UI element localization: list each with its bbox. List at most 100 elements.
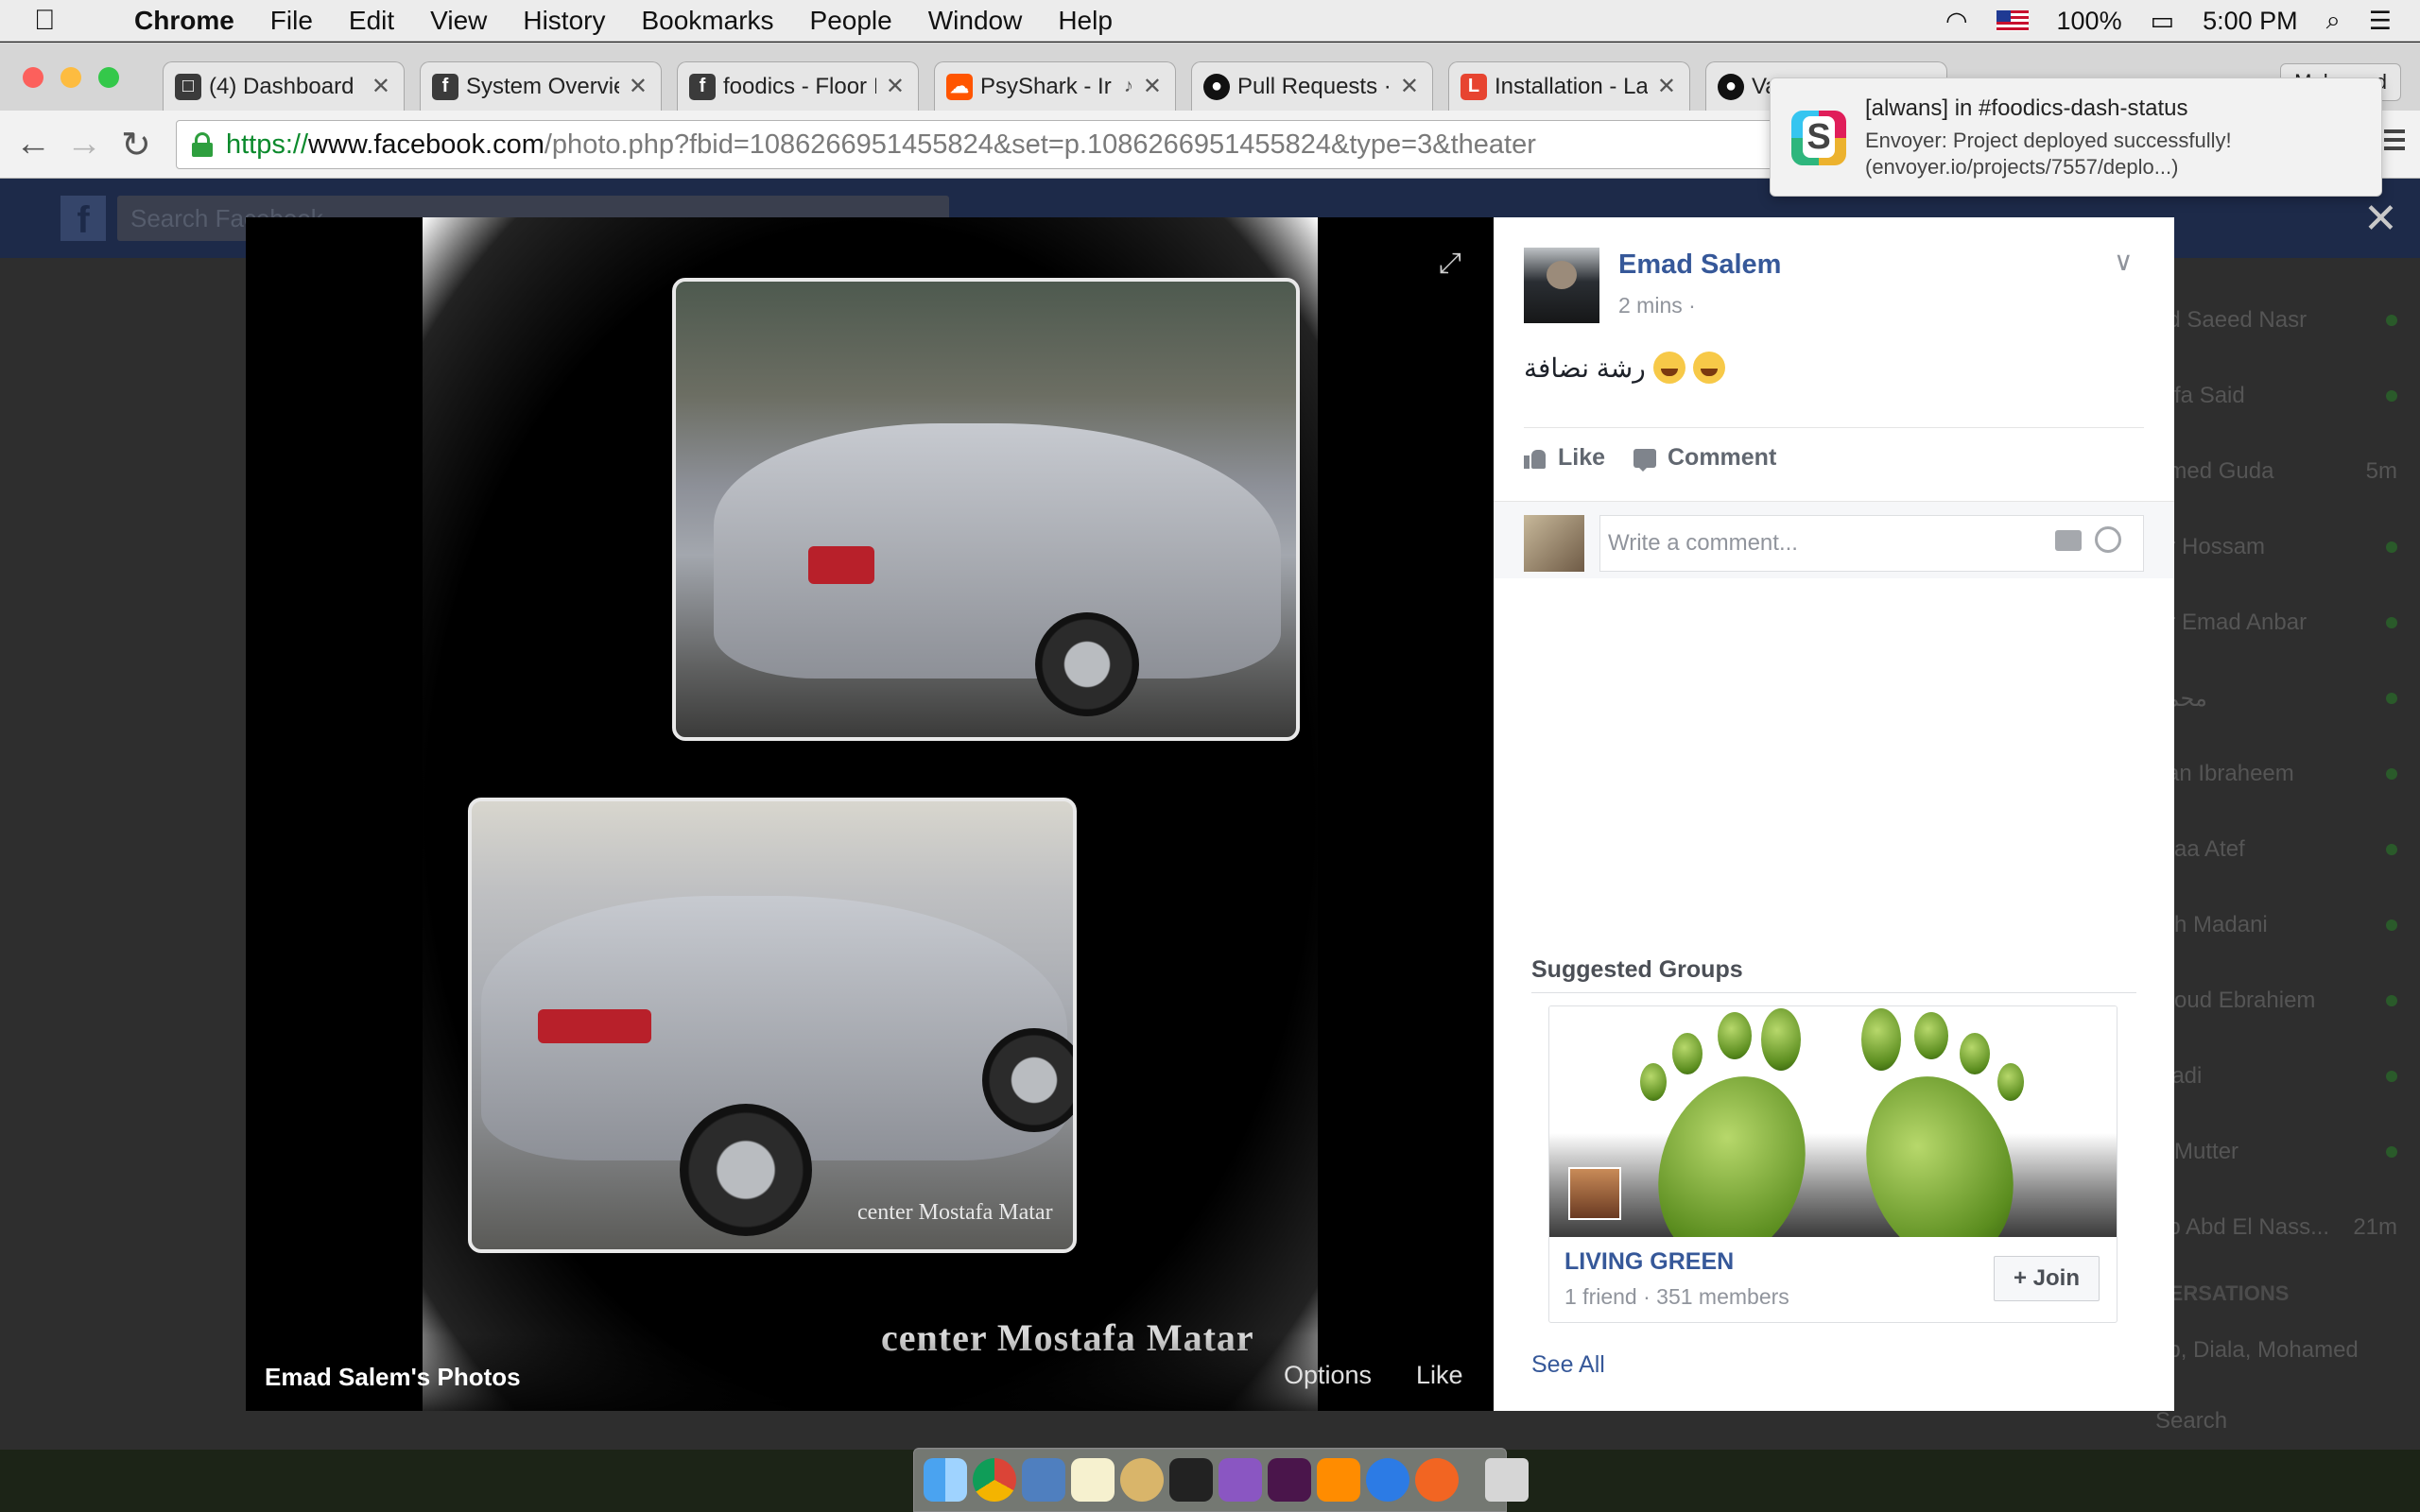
menu-view[interactable]: View: [430, 6, 487, 36]
markdown-icon[interactable]: [1366, 1458, 1409, 1502]
like-button[interactable]: Like: [1524, 444, 1605, 472]
divider: [1531, 992, 2136, 993]
chat-search-input[interactable]: Search: [2155, 1379, 2420, 1450]
sequel-pro-icon[interactable]: [1120, 1458, 1164, 1502]
options-link[interactable]: Options: [1284, 1361, 1372, 1390]
close-window-button[interactable]: [23, 67, 43, 88]
camera-icon[interactable]: [2055, 530, 2082, 551]
author-name[interactable]: Emad Salem: [1618, 249, 1781, 281]
join-group-button[interactable]: + Join: [1994, 1256, 2100, 1301]
chat-contact[interactable]: محمد: [2155, 661, 2420, 736]
comment-button[interactable]: Comment: [1634, 444, 1776, 472]
chat-contact[interactable]: maa Atef: [2155, 812, 2420, 887]
online-dot-icon: [2386, 390, 2397, 402]
chevron-down-icon[interactable]: ∨: [2114, 246, 2134, 277]
finder-icon[interactable]: [924, 1458, 967, 1502]
chat-contact[interactable]: ed Saeed Nasr: [2155, 283, 2420, 358]
group-cover-image[interactable]: [1549, 1006, 2117, 1237]
notification-line-1: Envoyer: Project deployed successfully!: [1865, 129, 2232, 152]
group-card[interactable]: LIVING GREEN 1 friend · 351 members + Jo…: [1548, 1005, 2118, 1323]
menu-edit[interactable]: Edit: [349, 6, 394, 36]
group-name[interactable]: LIVING GREEN: [1564, 1248, 1734, 1276]
fullscreen-expand-icon[interactable]: ⤢: [1439, 248, 1461, 280]
chat-group[interactable]: ab, Diala, Mohamed: [2155, 1322, 2420, 1379]
close-theater-icon[interactable]: ✕: [2363, 195, 2398, 243]
menu-app-chrome[interactable]: Chrome: [134, 6, 234, 36]
wifi-icon[interactable]: ◠: [1945, 7, 1968, 36]
terminal-icon[interactable]: [1169, 1458, 1213, 1502]
tab-title: Pull Requests ·: [1237, 73, 1391, 99]
slack-notification[interactable]: [alwans] in #foodics-dash-status Envoyer…: [1770, 77, 2382, 197]
spotlight-search-icon[interactable]: ⌕: [2326, 6, 2341, 36]
lock-icon[interactable]: [192, 132, 213, 157]
album-title[interactable]: Emad Salem's Photos: [265, 1363, 521, 1392]
battery-icon[interactable]: ▭: [2151, 7, 2175, 36]
chat-contact[interactable]: san Ibraheem: [2155, 736, 2420, 812]
chat-contact[interactable]: ath Madani: [2155, 887, 2420, 963]
leaf-toe: [1861, 1008, 1901, 1071]
online-dot-icon: [2386, 315, 2397, 326]
battery-percent[interactable]: 100%: [2057, 7, 2122, 36]
chrome-icon[interactable]: [973, 1458, 1016, 1502]
photo-like-link[interactable]: Like: [1416, 1361, 1463, 1390]
see-all-link[interactable]: See All: [1531, 1351, 1605, 1379]
tab-foodics-floor[interactable]: f foodics - Floor I ✕: [677, 61, 919, 111]
menu-history[interactable]: History: [523, 6, 605, 36]
tab-system-overview[interactable]: f System Overvie ✕: [420, 61, 662, 111]
phpstorm-icon[interactable]: [1219, 1458, 1262, 1502]
chrome-menu-icon[interactable]: [2384, 129, 2405, 155]
close-tab-icon[interactable]: ✕: [372, 73, 390, 100]
app-store-icon[interactable]: [1022, 1458, 1065, 1502]
chat-contact[interactable]: Radi: [2155, 1039, 2420, 1114]
minimize-window-button[interactable]: [60, 67, 81, 88]
notification-center-icon[interactable]: ☰: [2369, 7, 2392, 36]
chat-contact[interactable]: er Emad Anbar: [2155, 585, 2420, 661]
postman-icon[interactable]: [1415, 1458, 1459, 1502]
divider: [1524, 427, 2144, 428]
menu-bookmarks[interactable]: Bookmarks: [641, 6, 773, 36]
tab-title: (4) Dashboard |: [209, 73, 362, 99]
status-area: ◠ 100% ▭ 5:00 PM ⌕ ☰: [1945, 0, 2392, 42]
chat-contact[interactable]: moud Ebrahiem: [2155, 963, 2420, 1039]
facebook-logo-icon[interactable]: f: [60, 196, 106, 241]
chat-contact[interactable]: amed Guda 5m: [2155, 434, 2420, 509]
menu-file[interactable]: File: [270, 6, 313, 36]
menu-window[interactable]: Window: [928, 6, 1023, 36]
trash-icon[interactable]: [1485, 1458, 1529, 1502]
back-arrow-icon[interactable]: ←: [15, 124, 51, 164]
chat-contact[interactable]: d Mutter: [2155, 1114, 2420, 1190]
sublime-text-icon[interactable]: [1317, 1458, 1360, 1502]
close-tab-icon[interactable]: ✕: [1657, 73, 1676, 100]
emoji-smile-icon[interactable]: [2095, 526, 2121, 553]
zoom-window-button[interactable]: [98, 67, 119, 88]
menu-people[interactable]: People: [810, 6, 892, 36]
photo-image[interactable]: center Mostafa Matar center Mostafa Mata…: [423, 217, 1318, 1411]
tab-title: Installation - La: [1495, 73, 1648, 99]
chat-contact[interactable]: tafa Said: [2155, 358, 2420, 434]
close-tab-icon[interactable]: ✕: [886, 73, 905, 100]
friend-avatar: [1568, 1167, 1621, 1220]
close-tab-icon[interactable]: ✕: [1400, 73, 1419, 100]
comment-bubble-icon: [1634, 448, 1656, 472]
forward-arrow-icon[interactable]: →: [66, 124, 102, 164]
tab-pull-requests[interactable]: ● Pull Requests · ✕: [1191, 61, 1433, 111]
author-avatar[interactable]: [1524, 248, 1599, 323]
menu-help[interactable]: Help: [1058, 6, 1113, 36]
tab-psyshark[interactable]: ☁ PsyShark - Ir ♪ ✕: [934, 61, 1176, 111]
tab-title: PsyShark - Ir: [980, 73, 1112, 99]
post-time[interactable]: 2 mins ·: [1618, 293, 1696, 318]
input-source-flag-icon[interactable]: [1996, 10, 2029, 31]
close-tab-icon[interactable]: ✕: [1143, 73, 1162, 100]
chat-contact[interactable]: ar Hossam: [2155, 509, 2420, 585]
close-tab-icon[interactable]: ✕: [629, 73, 648, 100]
tab-title: System Overvie: [466, 73, 619, 99]
reload-icon[interactable]: ↻: [121, 124, 151, 166]
chat-contact[interactable]: ab Abd El Nass... 21m: [2155, 1190, 2420, 1265]
tab-dashboard[interactable]: □ (4) Dashboard | ✕: [163, 61, 405, 111]
leaf-toe: [1640, 1063, 1667, 1101]
tab-installation[interactable]: L Installation - La ✕: [1448, 61, 1690, 111]
slack-dock-icon[interactable]: [1268, 1458, 1311, 1502]
notes-icon[interactable]: [1071, 1458, 1115, 1502]
clock[interactable]: 5:00 PM: [2203, 7, 2298, 36]
apple-icon[interactable]: : [34, 5, 91, 37]
